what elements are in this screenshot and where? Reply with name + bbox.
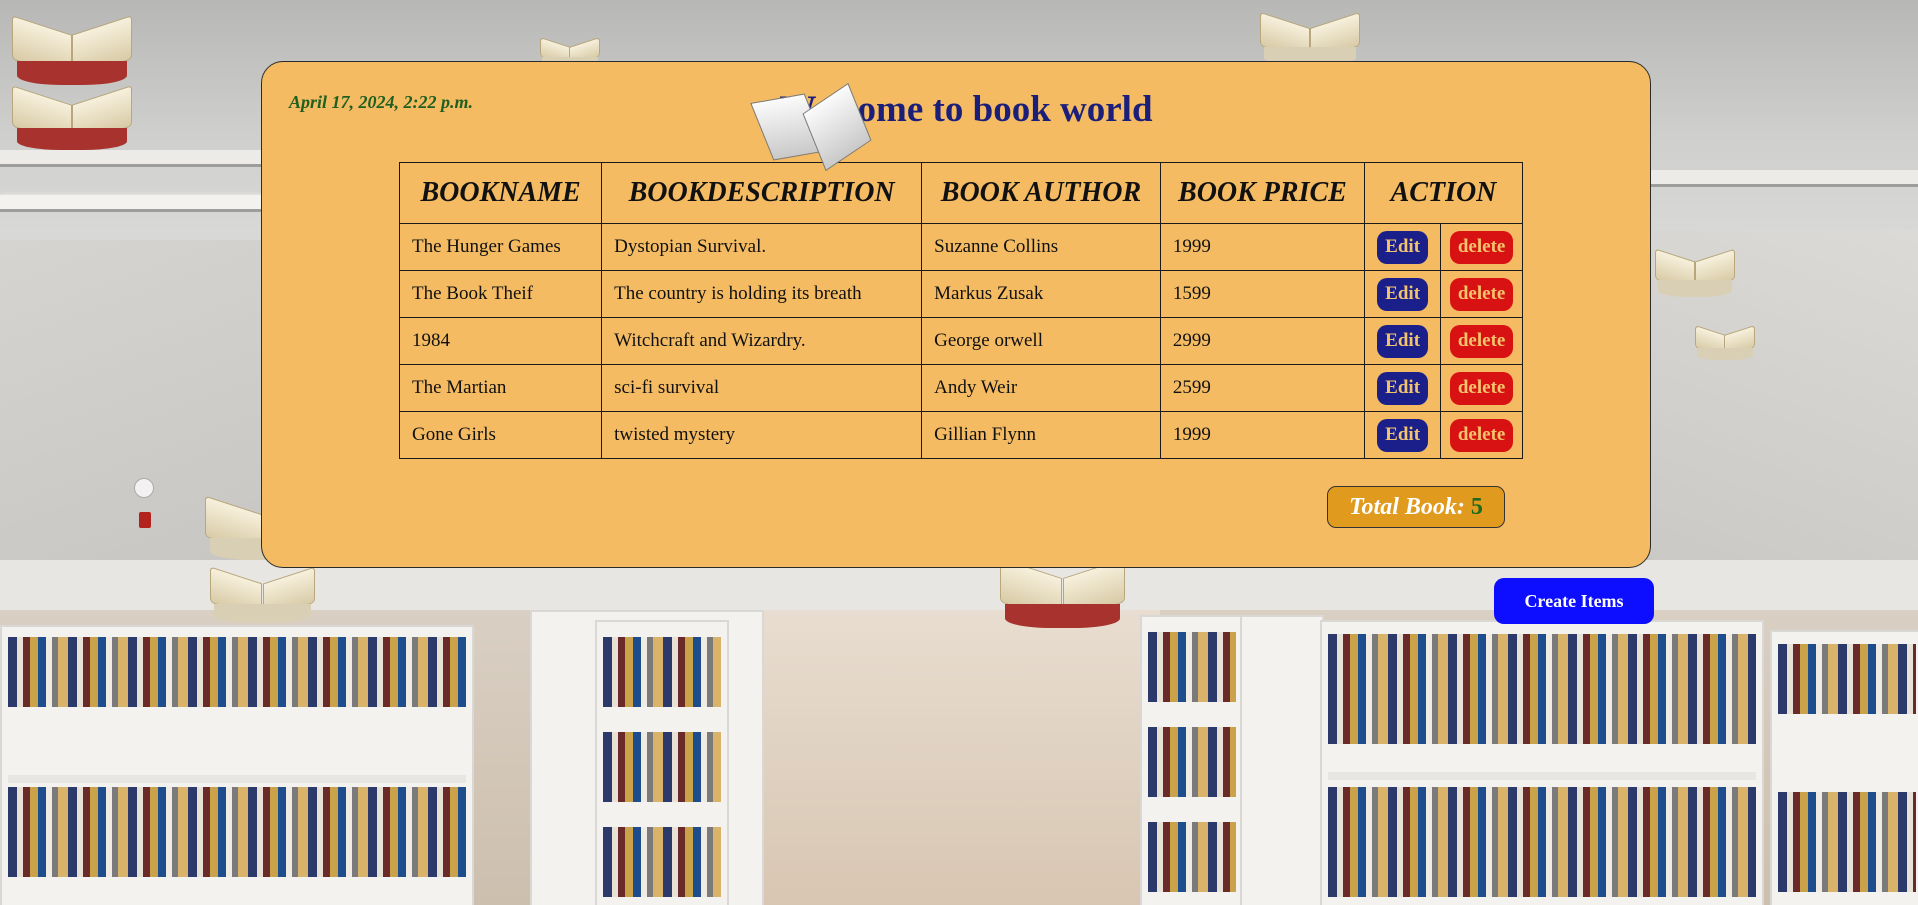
create-items-button[interactable]: Create Items [1494, 578, 1654, 624]
book-description: The country is holding its breath [601, 270, 923, 318]
book-description: sci-fi survival [601, 364, 923, 412]
delete-cell: delete [1440, 270, 1523, 318]
flying-book-image [12, 85, 132, 150]
book-price: 2599 [1159, 364, 1366, 412]
book-author: Andy Weir [921, 364, 1161, 412]
edit-button[interactable]: Edit [1377, 230, 1429, 264]
delete-cell: delete [1440, 411, 1523, 459]
edit-cell: Edit [1364, 411, 1442, 459]
total-books-label: Total Book: [1349, 494, 1465, 520]
bookshelf [1140, 615, 1244, 905]
edit-cell: Edit [1364, 223, 1442, 271]
book-author: George orwell [921, 317, 1161, 365]
table-header-row: BOOKNAME BOOKDESCRIPTION BOOK AUTHOR BOO… [398, 162, 1523, 224]
book-author: Suzanne Collins [921, 223, 1161, 271]
delete-cell: delete [1440, 223, 1523, 271]
books-table: BOOKNAME BOOKDESCRIPTION BOOK AUTHOR BOO… [398, 162, 1523, 459]
page-title: Welcome to book world [779, 89, 1153, 130]
table-row: 1984 Witchcraft and Wizardry. George orw… [398, 317, 1523, 365]
book-price: 2999 [1159, 317, 1366, 365]
column-header-book-author: BOOK AUTHOR [921, 162, 1161, 224]
book-description: Witchcraft and Wizardry. [601, 317, 923, 365]
book-description: twisted mystery [601, 411, 923, 459]
delete-button[interactable]: delete [1449, 324, 1514, 358]
ceiling-beam [0, 150, 280, 167]
delete-button[interactable]: delete [1449, 418, 1514, 452]
book-name: The Martian [398, 364, 603, 412]
delete-button[interactable]: delete [1449, 277, 1514, 311]
bookshelf [595, 620, 729, 905]
book-price: 1999 [1159, 223, 1366, 271]
table-row: The Martian sci-fi survival Andy Weir 25… [398, 364, 1523, 412]
delete-button[interactable]: delete [1449, 371, 1514, 405]
edit-button[interactable]: Edit [1377, 277, 1429, 311]
bookshelf [1770, 630, 1918, 905]
edit-cell: Edit [1364, 270, 1442, 318]
aisle [760, 610, 1160, 905]
edit-button[interactable]: Edit [1377, 418, 1429, 452]
book-author: Gillian Flynn [921, 411, 1161, 459]
edit-cell: Edit [1364, 317, 1442, 365]
bookshelf [0, 625, 474, 905]
delete-cell: delete [1440, 364, 1523, 412]
smoke-sensor [134, 478, 154, 498]
book-author: Markus Zusak [921, 270, 1161, 318]
edit-cell: Edit [1364, 364, 1442, 412]
book-name: The Book Theif [398, 270, 603, 318]
book-name: 1984 [398, 317, 603, 365]
edit-button[interactable]: Edit [1377, 371, 1429, 405]
total-books-badge: Total Book: 5 [1327, 486, 1505, 528]
flying-book-image [1695, 324, 1755, 360]
delete-button[interactable]: delete [1449, 230, 1514, 264]
table-row: The Hunger Games Dystopian Survival. Suz… [398, 223, 1523, 271]
book-name: The Hunger Games [398, 223, 603, 271]
ceiling-beam [1640, 170, 1918, 187]
column-header-bookname: BOOKNAME [398, 162, 603, 224]
fire-alarm [139, 512, 151, 528]
column-header-book-price: BOOK PRICE [1159, 162, 1366, 224]
bookshelf [1320, 620, 1764, 905]
flying-book-image [1000, 557, 1125, 628]
column-header-action: ACTION [1364, 162, 1523, 224]
table-row: The Book Theif The country is holding it… [398, 270, 1523, 318]
flying-book-image [210, 566, 315, 623]
bookshelf-end [1240, 615, 1324, 905]
books-card: April 17, 2024, 2:22 p.m. Welcome to boo… [261, 61, 1651, 568]
edit-button[interactable]: Edit [1377, 324, 1429, 358]
book-price: 1999 [1159, 411, 1366, 459]
book-description: Dystopian Survival. [601, 223, 923, 271]
total-books-count: 5 [1470, 494, 1483, 520]
flying-book-image [12, 15, 132, 85]
flying-book-image [1260, 11, 1360, 65]
table-row: Gone Girls twisted mystery Gillian Flynn… [398, 411, 1523, 459]
flying-book-image [750, 82, 880, 182]
book-price: 1599 [1159, 270, 1366, 318]
book-name: Gone Girls [398, 411, 603, 459]
flying-book-image [1655, 248, 1735, 297]
delete-cell: delete [1440, 317, 1523, 365]
